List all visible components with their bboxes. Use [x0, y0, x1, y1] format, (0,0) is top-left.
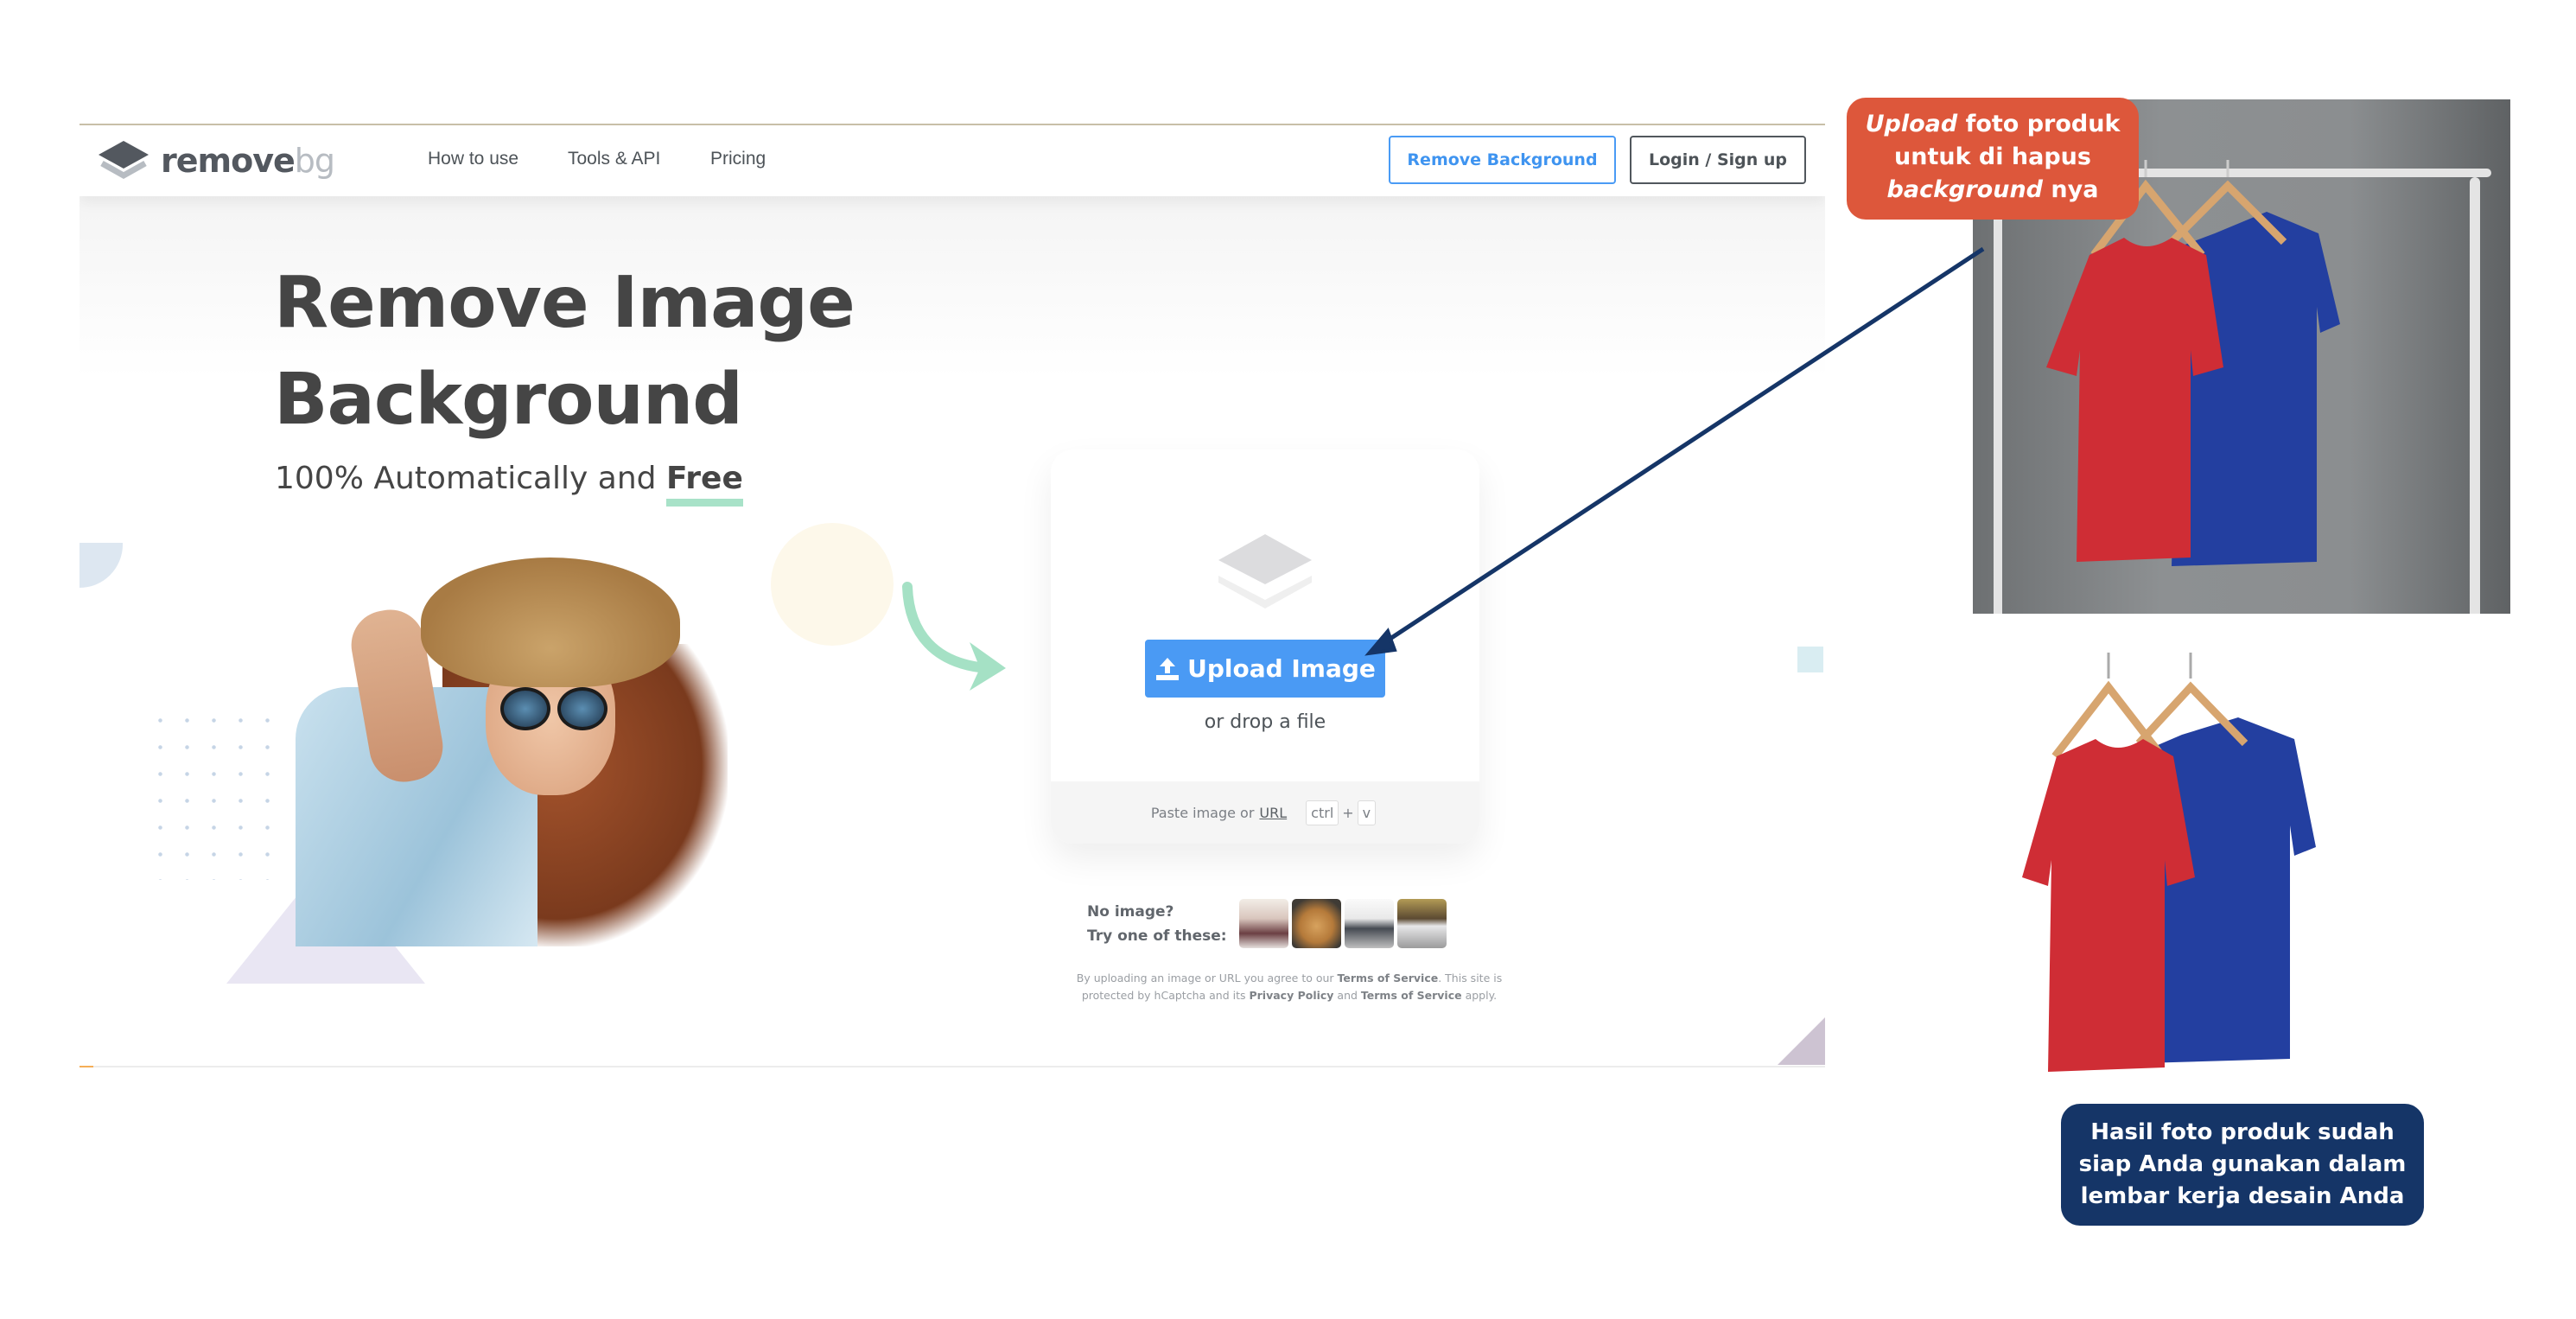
kbd-plus: + [1342, 804, 1354, 821]
subtitle-text: 100% Automatically and [275, 461, 666, 496]
terms-of-service-link[interactable]: Terms of Service [1338, 972, 1439, 984]
removebg-website: removebg How to use Tools & API Pricing … [80, 124, 1825, 1067]
sample-thumb-car[interactable] [1396, 899, 1447, 948]
upload-image-button[interactable]: Upload Image [1145, 640, 1385, 698]
upload-card[interactable]: Upload Image or drop a file Paste image … [1051, 449, 1479, 844]
decor-dot-grid [147, 707, 277, 880]
nav-how-to-use[interactable]: How to use [428, 149, 518, 169]
kbd-ctrl: ctrl [1306, 800, 1339, 825]
tshirts-no-background [2022, 653, 2316, 1072]
decor-orange-marker [80, 1066, 93, 1067]
decor-square [1797, 647, 1823, 672]
subtitle-free: Free [665, 461, 743, 496]
sample-thumb-woman[interactable] [1238, 899, 1288, 948]
product-photo-after [2013, 648, 2402, 1085]
hero-subtitle: 100% Automatically and Free [275, 461, 743, 496]
decor-semicircle [80, 543, 123, 588]
hero-woman-image [274, 558, 775, 946]
curved-arrow-icon [902, 582, 1006, 691]
paste-text: Paste image or [1150, 804, 1255, 821]
terms-notice: By uploading an image or URL you agree t… [1076, 972, 1503, 1002]
upload-button-label: Upload Image [1187, 654, 1376, 683]
sunglasses [500, 687, 608, 730]
upload-callout: Upload foto produk untuk di hapus backgr… [1847, 98, 2139, 220]
nav-pricing[interactable]: Pricing [710, 149, 766, 169]
login-signup-button[interactable]: Login / Sign up [1630, 136, 1806, 184]
samples-label: No image? Try one of these: [1087, 902, 1227, 945]
logo-text: removebg [161, 142, 335, 180]
privacy-policy-link[interactable]: Privacy Policy [1249, 989, 1333, 1002]
headline-line-1: Remove Image [274, 262, 855, 344]
sample-thumb-laptop[interactable] [1344, 899, 1394, 948]
sample-thumb-dog[interactable] [1291, 899, 1341, 948]
paste-url-link[interactable]: URL [1259, 805, 1287, 821]
logo[interactable]: removebg [97, 139, 335, 182]
terms-of-service-link-2[interactable]: Terms of Service [1361, 989, 1462, 1002]
headline-line-2: Background [274, 359, 743, 441]
top-navigation: removebg How to use Tools & API Pricing … [80, 125, 1825, 196]
decor-circle [771, 523, 894, 646]
remove-background-button[interactable]: Remove Background [1389, 136, 1616, 184]
drop-file-text: or drop a file [1204, 711, 1326, 733]
nav-tools-api[interactable]: Tools & API [568, 149, 660, 169]
upload-icon [1156, 657, 1180, 680]
sample-images: No image? Try one of these: [1087, 899, 1450, 948]
layers-logo-icon [99, 141, 149, 180]
decor-triangle-right [1778, 1017, 1825, 1065]
layers-placeholder-icon [1218, 534, 1312, 609]
paste-bar: Paste image or URL ctrl + v [1051, 781, 1479, 844]
kbd-v: v [1357, 800, 1377, 825]
result-callout: Hasil foto produk sudah siap Anda gunaka… [2061, 1104, 2424, 1226]
hero-headline: Remove Image Background [274, 255, 855, 449]
section-divider [80, 1066, 1825, 1067]
